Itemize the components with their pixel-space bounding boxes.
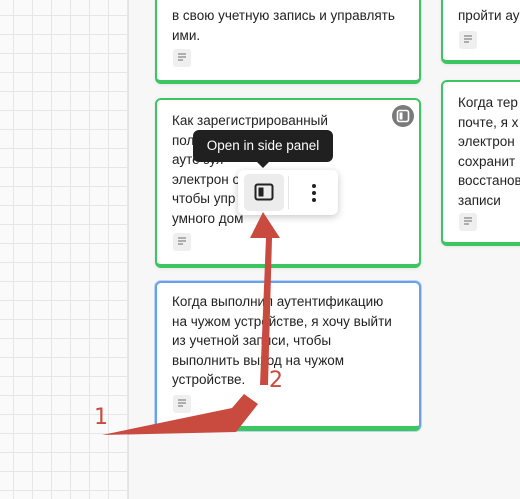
tooltip: Open in side panel: [193, 130, 333, 162]
toolbar-divider: [288, 176, 289, 209]
annotation-label-1: 1: [94, 405, 108, 430]
story-card[interactable]: в свою учетную запись и управлять ими.: [155, 0, 421, 84]
card-text: Когда тер почте, я х электрон сохранит в…: [458, 95, 520, 208]
card-text: в свою учетную запись и управлять ими.: [172, 8, 395, 43]
note-icon: [459, 213, 477, 231]
story-card[interactable]: пройти ау: [441, 0, 520, 64]
note-icon: [459, 31, 477, 49]
side-panel-icon: [254, 183, 274, 201]
note-icon: [173, 233, 191, 251]
open-side-panel-button[interactable]: [392, 105, 414, 127]
story-card-selected[interactable]: Когда выполнил аутентификацию на чужом у…: [155, 281, 421, 431]
card-toolbar: [238, 170, 338, 215]
open-in-side-panel-button[interactable]: [244, 174, 284, 211]
more-options-button[interactable]: [294, 174, 334, 211]
card-text: Когда выполнил аутентификацию на чужом у…: [172, 294, 392, 387]
story-card[interactable]: Когда тер почте, я х электрон сохранит в…: [441, 80, 520, 246]
more-vertical-icon: [312, 184, 316, 202]
tooltip-arrow: [256, 161, 270, 168]
note-icon: [173, 395, 191, 413]
annotation-label-2: 2: [269, 368, 283, 393]
note-icon: [173, 49, 191, 67]
card-text: пройти ау: [458, 8, 520, 23]
canvas-grid: [0, 0, 129, 499]
